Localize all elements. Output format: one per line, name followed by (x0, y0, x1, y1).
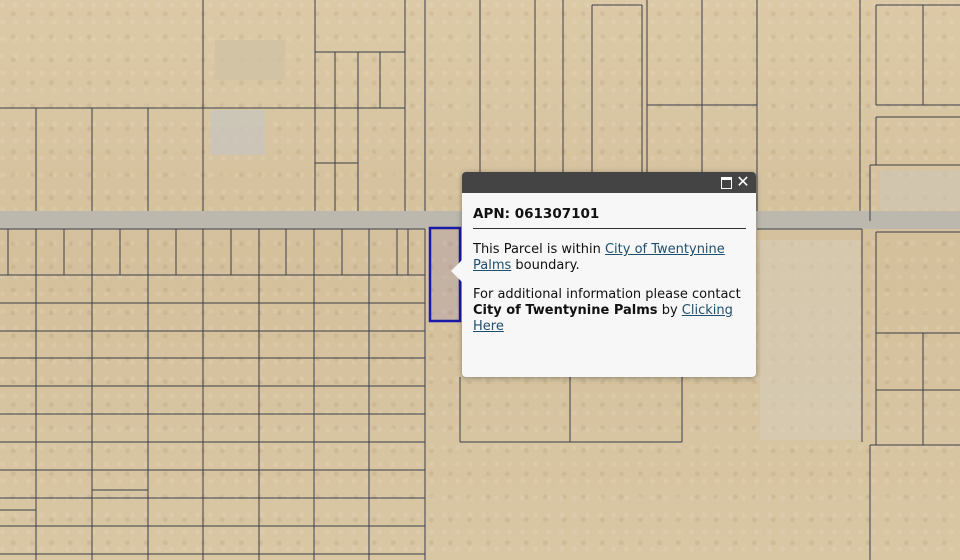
apn-heading: APN: 061307101 (473, 206, 746, 229)
apn-value: 061307101 (514, 206, 600, 222)
building (210, 110, 265, 155)
clearing (880, 170, 960, 210)
popup-header: ✕ (462, 172, 756, 193)
close-icon[interactable]: ✕ (735, 173, 751, 191)
contact-city: City of Twentynine Palms (473, 303, 658, 318)
parcel-popup: ✕ APN: 061307101 This Parcel is within C… (451, 172, 756, 377)
clearing (760, 240, 860, 440)
apn-label: APN: (473, 206, 511, 222)
maximize-icon[interactable] (721, 177, 732, 189)
clearing (215, 40, 285, 80)
boundary-suffix: boundary. (515, 258, 580, 273)
contact-text: For additional information please contac… (473, 287, 746, 335)
popup-body: APN: 061307101 This Parcel is within Cit… (462, 193, 756, 358)
popup-pointer (451, 260, 462, 282)
boundary-text: This Parcel is within City of Twentynine… (473, 242, 746, 274)
contact-prefix: For additional information please contac… (473, 287, 741, 302)
boundary-prefix: This Parcel is within (473, 242, 601, 257)
contact-by: by (661, 303, 678, 318)
